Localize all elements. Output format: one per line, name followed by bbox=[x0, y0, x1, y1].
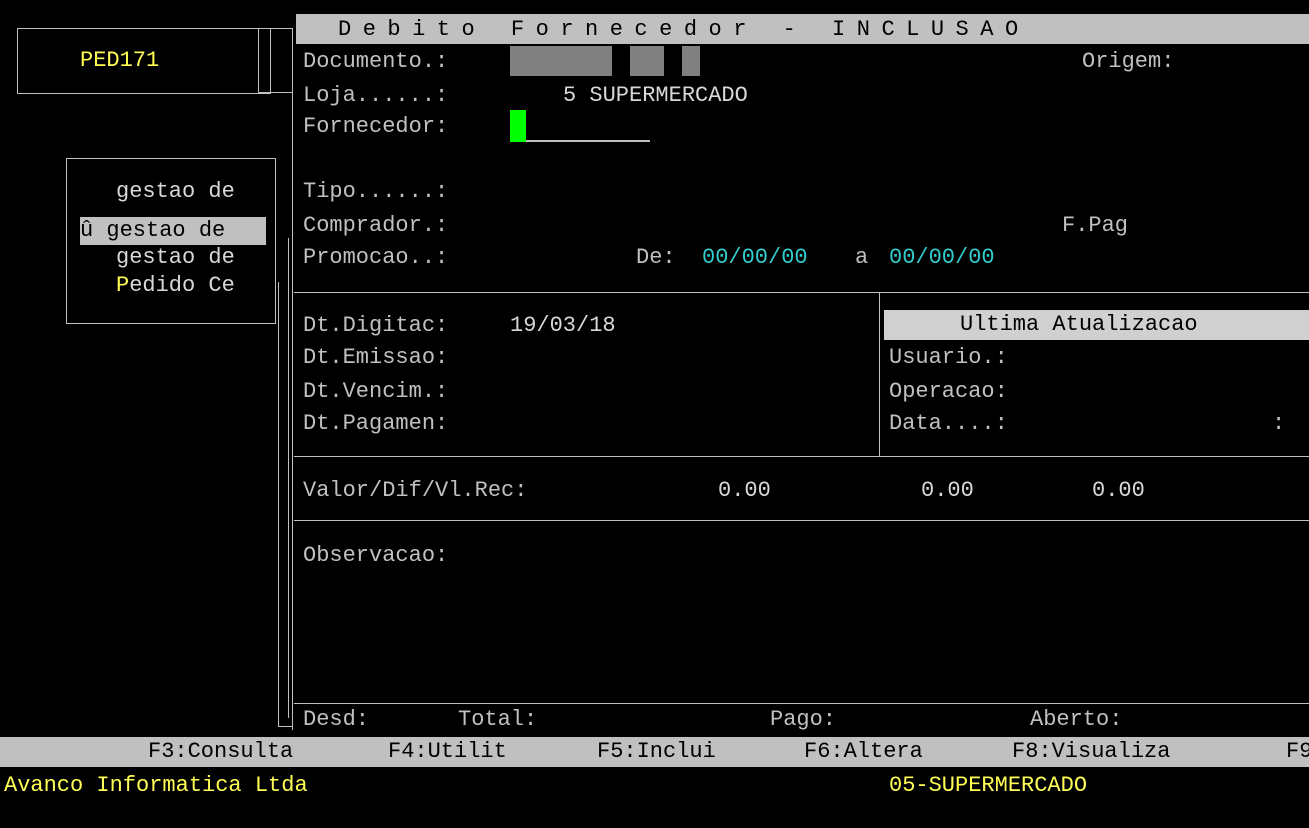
text-cursor bbox=[510, 110, 526, 142]
separator-4 bbox=[294, 703, 1309, 704]
window-border-left-inner bbox=[278, 282, 279, 727]
menu-item-4-rest: edido Ce bbox=[129, 273, 235, 298]
usuario-label: Usuario.: bbox=[889, 345, 1008, 370]
fkey-f6-altera[interactable]: F6:Altera bbox=[804, 738, 923, 766]
documento-label: Documento.: bbox=[303, 49, 449, 74]
loja-label: Loja......: bbox=[303, 83, 449, 108]
documento-field-redacted-2[interactable] bbox=[630, 46, 664, 76]
separator-3 bbox=[294, 520, 1309, 521]
window-border-left-outer bbox=[258, 28, 259, 92]
fkey-f9[interactable]: F9 bbox=[1286, 738, 1309, 766]
tipo-label: Tipo......: bbox=[303, 179, 449, 204]
dt-pagamen-label: Dt.Pagamen: bbox=[303, 411, 449, 436]
status-store: 05-SUPERMERCADO bbox=[889, 773, 1088, 798]
window-border-corner bbox=[278, 726, 292, 727]
promocao-label: Promocao..: bbox=[303, 245, 449, 270]
promocao-start-date[interactable]: 00/00/00 bbox=[702, 244, 808, 272]
menu-item-4[interactable]: Pedido Ce bbox=[116, 272, 235, 300]
dif-value: 0.00 bbox=[921, 478, 974, 503]
dt-digitac-label: Dt.Digitac: bbox=[303, 313, 449, 338]
window-border-bottom-outer bbox=[258, 92, 292, 93]
form-title: Debito Fornecedor - INCLUSAO bbox=[338, 17, 1030, 42]
menu-item-3[interactable]: gestao de bbox=[116, 244, 235, 272]
operacao-label: Operacao: bbox=[889, 379, 1008, 404]
menu-item-2-selected[interactable]: û gestao de bbox=[80, 217, 266, 245]
window-border-top-outer bbox=[258, 28, 292, 29]
desd-label: Desd: bbox=[303, 707, 370, 732]
promocao-end-date[interactable]: 00/00/00 bbox=[889, 244, 995, 272]
program-code: PED171 bbox=[80, 48, 160, 73]
menu-item-4-hotkey: P bbox=[116, 273, 130, 298]
documento-field-redacted-3[interactable] bbox=[682, 46, 700, 76]
dt-digitac-value: 19/03/18 bbox=[510, 313, 616, 338]
loja-value: 5 SUPERMERCADO bbox=[563, 83, 748, 108]
aberto-label: Aberto: bbox=[1030, 707, 1123, 732]
separator-2 bbox=[294, 456, 1309, 457]
observacao-label: Observacao: bbox=[303, 543, 449, 568]
separator-1 bbox=[294, 292, 1309, 293]
total-label: Total: bbox=[458, 707, 538, 732]
dt-emissao-label: Dt.Emissao: bbox=[303, 345, 449, 370]
ultima-atualizacao-header: Ultima Atualizacao bbox=[884, 310, 1309, 340]
a-label: a bbox=[855, 245, 869, 270]
main-window-left-border-2 bbox=[288, 238, 289, 718]
main-window-left-border bbox=[292, 28, 293, 730]
valor-label: Valor/Dif/Vl.Rec: bbox=[303, 478, 528, 503]
origem-label: Origem: bbox=[1082, 49, 1175, 74]
de-label: De: bbox=[636, 245, 676, 270]
pago-label: Pago: bbox=[770, 707, 837, 732]
valor-value: 0.00 bbox=[718, 478, 771, 503]
menu-item-1[interactable]: gestao de bbox=[116, 178, 235, 206]
documento-field-redacted-1[interactable] bbox=[510, 46, 612, 76]
fkey-f4-utilit[interactable]: F4:Utilit bbox=[388, 738, 507, 766]
vl-rec-value: 0.00 bbox=[1092, 478, 1145, 503]
ultima-atualizacao-label: Ultima Atualizacao bbox=[960, 312, 1198, 337]
fornecedor-input[interactable] bbox=[526, 140, 650, 142]
fpag-label: F.Pag bbox=[1062, 213, 1129, 238]
data-label: Data....: bbox=[889, 411, 1008, 436]
fornecedor-label: Fornecedor: bbox=[303, 114, 449, 139]
data-time-separator: : bbox=[1272, 411, 1286, 436]
fkey-f8-visualiza[interactable]: F8:Visualiza bbox=[1012, 738, 1170, 766]
fkey-f5-inclui[interactable]: F5:Inclui bbox=[597, 738, 716, 766]
status-company: Avanco Informatica Ltda bbox=[4, 773, 308, 798]
fkey-f3-consulta[interactable]: F3:Consulta bbox=[148, 738, 293, 766]
comprador-label: Comprador.: bbox=[303, 213, 449, 238]
section-divider bbox=[879, 292, 880, 456]
dt-vencim-label: Dt.Vencim.: bbox=[303, 379, 449, 404]
